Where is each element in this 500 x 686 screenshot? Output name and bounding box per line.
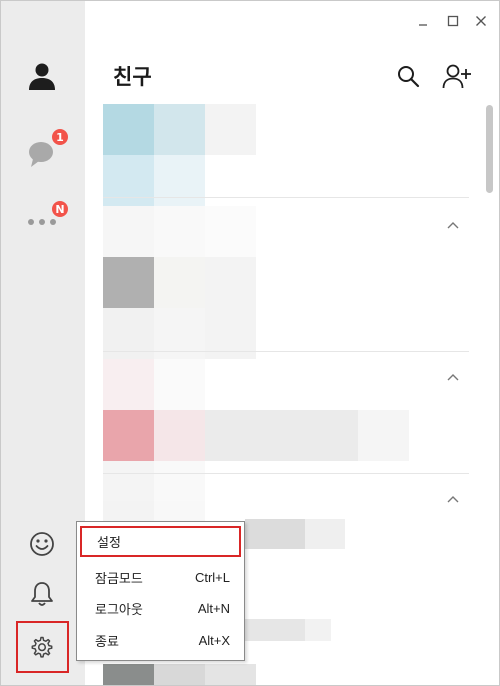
bell-icon: [31, 582, 53, 606]
blurred-profile-block: [103, 410, 154, 461]
minimize-icon: [419, 24, 427, 26]
section-divider: [103, 351, 469, 352]
maximize-icon: [447, 15, 459, 27]
add-friend-button[interactable]: [442, 61, 472, 91]
menu-item-lock-mode[interactable]: 잠금모드 Ctrl+L: [77, 562, 244, 592]
settings-popup-menu: 설정 잠금모드 Ctrl+L 로그아웃 Alt+N 종료 Alt+X: [76, 521, 245, 661]
blurred-profile-block: [154, 206, 205, 257]
blurred-profile-block: [103, 359, 154, 410]
blurred-profile-block: [103, 461, 154, 501]
menu-item-label: 잠금모드: [95, 571, 143, 587]
menu-item-shortcut: Ctrl+L: [194, 569, 230, 585]
blurred-profile-block: [358, 410, 409, 461]
minimize-button[interactable]: [413, 11, 433, 31]
chevron-up-icon: [447, 222, 459, 229]
scroll-thumb[interactable]: [486, 105, 493, 193]
blurred-profile-block: [205, 664, 256, 685]
blurred-profile-block: [154, 257, 205, 308]
blurred-profile-block: [305, 619, 331, 641]
blurred-profile-block: [103, 206, 154, 257]
blurred-profile-block: [205, 257, 256, 308]
smiley-icon: [30, 532, 54, 556]
blurred-profile-block: [154, 104, 205, 155]
blurred-profile-block: [245, 519, 305, 549]
chevron-up-icon: [447, 374, 459, 381]
menu-item-label: 종료: [95, 634, 119, 650]
settings-highlight-box: [16, 621, 69, 673]
menu-item-shortcut: Alt+N: [197, 600, 230, 616]
close-button[interactable]: [471, 11, 491, 31]
menu-item-exit[interactable]: 종료 Alt+X: [77, 625, 244, 655]
blurred-profile-block: [154, 461, 205, 501]
more-dots-icon: [28, 219, 56, 225]
blurred-profile-block: [154, 155, 205, 206]
more-new-badge: N: [50, 199, 70, 219]
collapse-section-button[interactable]: [445, 491, 461, 507]
person-icon: [29, 63, 55, 90]
sidebar-item-emoticon[interactable]: [19, 521, 65, 567]
menu-item-label: 로그아웃: [95, 602, 143, 618]
search-button[interactable]: [393, 61, 423, 91]
chat-unread-badge: 1: [50, 127, 70, 147]
sidebar-item-notifications[interactable]: [19, 571, 65, 617]
blurred-profile-block: [305, 519, 345, 549]
app-window: 1 N 친구 설정 잠금모드 Ctrl+L 로그아웃 Alt+N 종료 Alt+…: [0, 0, 500, 686]
collapse-section-button[interactable]: [445, 369, 461, 385]
section-divider: [103, 473, 469, 474]
sidebar-item-more[interactable]: N: [19, 199, 70, 245]
blurred-profile-block: [205, 104, 256, 155]
blurred-profile-block: [103, 664, 154, 685]
blurred-profile-block: [103, 155, 154, 206]
blurred-profile-block: [154, 359, 205, 410]
maximize-button[interactable]: [443, 11, 463, 31]
blurred-profile-block: [205, 410, 358, 461]
page-title: 친구: [113, 65, 152, 89]
blurred-profile-block: [103, 257, 154, 308]
scrollbar[interactable]: [485, 101, 495, 685]
section-divider: [103, 197, 469, 198]
blurred-profile-block: [103, 104, 154, 155]
menu-item-settings[interactable]: 설정: [80, 526, 241, 557]
sidebar-item-friends[interactable]: [19, 53, 65, 99]
blurred-profile-block: [154, 410, 205, 461]
menu-item-shortcut: Alt+X: [198, 632, 230, 648]
sidebar: 1 N: [1, 1, 85, 685]
blurred-profile-block: [205, 206, 256, 257]
sidebar-item-chats[interactable]: 1: [19, 127, 70, 177]
blurred-profile-block: [154, 664, 205, 685]
add-friend-icon: [442, 64, 471, 89]
collapse-section-button[interactable]: [445, 217, 461, 233]
search-icon: [398, 66, 420, 88]
close-icon: [476, 16, 486, 26]
menu-item-logout[interactable]: 로그아웃 Alt+N: [77, 593, 244, 623]
chevron-up-icon: [447, 496, 459, 503]
blurred-profile-block: [245, 619, 305, 641]
menu-item-label: 설정: [97, 536, 121, 551]
